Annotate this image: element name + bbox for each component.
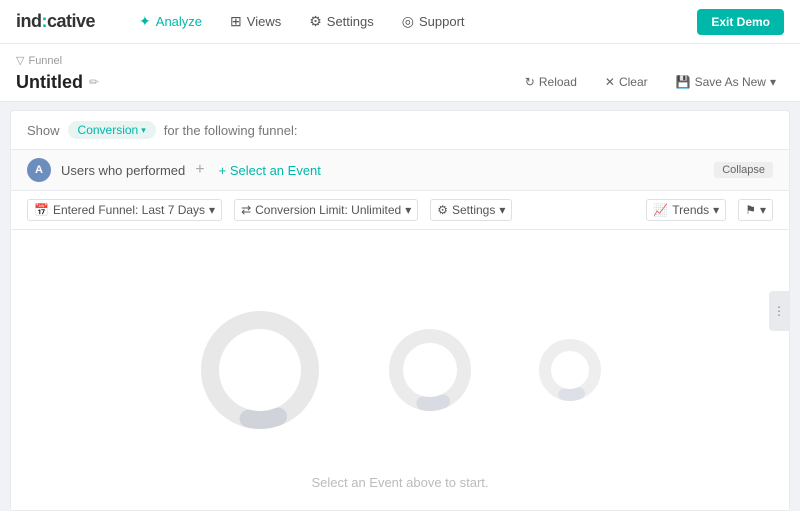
avatar: A [27, 158, 51, 182]
save-chevron-icon: ▾ [770, 75, 776, 89]
clear-icon: ✕ [605, 75, 615, 89]
breadcrumb: ▽ Funnel [16, 50, 784, 67]
trends-chevron-icon: ▾ [713, 203, 719, 217]
calendar-icon: 📅 [34, 203, 49, 217]
settings-dropdown[interactable]: ⚙ Settings ▾ [430, 199, 512, 221]
donut-large [195, 305, 325, 435]
users-row: A Users who performed + + Select an Even… [11, 150, 789, 191]
save-as-new-button[interactable]: 💾 Save As New ▾ [668, 71, 784, 93]
select-event-link[interactable]: + Select an Event [219, 163, 321, 178]
settings-chevron-icon: ▾ [499, 203, 505, 217]
nav-links: ✦ Analyze ⊞ Views ⚙ Settings ◎ Support [127, 7, 697, 36]
nav-label-views: Views [247, 14, 281, 29]
flag-button[interactable]: ⚑ ▾ [738, 199, 773, 221]
nav-item-settings[interactable]: ⚙ Settings [297, 7, 386, 36]
conversion-chevron-icon: ▾ [141, 125, 146, 136]
donut-container [195, 305, 605, 435]
nav-item-analyze[interactable]: ✦ Analyze [127, 7, 214, 36]
users-text: Users who performed [61, 163, 185, 178]
logo: ind:cative [16, 11, 95, 32]
views-icon: ⊞ [230, 13, 242, 30]
avatar-letter: A [35, 164, 43, 176]
reload-icon: ↻ [525, 75, 535, 89]
clear-label: Clear [619, 75, 648, 89]
settings-gear-icon: ⚙ [437, 203, 448, 217]
edit-icon[interactable]: ✏ [89, 75, 99, 89]
side-panel-toggle[interactable]: ⋮ [769, 291, 789, 331]
save-label: Save As New [695, 75, 766, 89]
donut-medium [385, 325, 475, 415]
nav-right: Exit Demo [697, 9, 784, 35]
exit-demo-button[interactable]: Exit Demo [697, 9, 784, 35]
flag-icon: ⚑ [745, 203, 756, 217]
breadcrumb-label: Funnel [28, 55, 62, 67]
navbar: ind:cative ✦ Analyze ⊞ Views ⚙ Settings … [0, 0, 800, 44]
nav-label-analyze: Analyze [156, 14, 202, 29]
trends-button[interactable]: 📈 Trends ▾ [646, 199, 726, 221]
nav-label-support: Support [419, 14, 465, 29]
entered-funnel-label: Entered Funnel: Last 7 Days [53, 203, 205, 217]
select-event-label: + Select an Event [219, 163, 321, 178]
settings-icon: ⚙ [309, 13, 322, 30]
clear-button[interactable]: ✕ Clear [597, 71, 656, 93]
entered-funnel-chevron-icon: ▾ [209, 203, 215, 217]
conversion-limit-icon: ⇄ [241, 203, 251, 217]
empty-message: Select an Event above to start. [11, 475, 789, 490]
page-title-area: Untitled ✏ [16, 72, 99, 93]
flag-chevron-icon: ▾ [760, 203, 766, 217]
controls-row: 📅 Entered Funnel: Last 7 Days ▾ ⇄ Conver… [11, 191, 789, 230]
analyze-icon: ✦ [139, 13, 151, 30]
support-icon: ◎ [402, 13, 414, 30]
nav-label-settings: Settings [327, 14, 374, 29]
page-header: Untitled ✏ ↻ Reload ✕ Clear 💾 Save As Ne… [16, 67, 784, 101]
donut-medium-svg [385, 325, 475, 415]
header-actions: ↻ Reload ✕ Clear 💾 Save As New ▾ [517, 71, 784, 93]
main-panel: Show Conversion ▾ for the following funn… [10, 110, 790, 511]
plus-icon: + [195, 161, 204, 179]
reload-button[interactable]: ↻ Reload [517, 71, 585, 93]
show-bar: Show Conversion ▾ for the following funn… [11, 111, 789, 150]
reload-label: Reload [539, 75, 577, 89]
entered-funnel-dropdown[interactable]: 📅 Entered Funnel: Last 7 Days ▾ [27, 199, 222, 221]
save-icon: 💾 [676, 75, 691, 89]
settings-label: Settings [452, 203, 495, 217]
conversion-limit-dropdown[interactable]: ⇄ Conversion Limit: Unlimited ▾ [234, 199, 418, 221]
conversion-limit-label: Conversion Limit: Unlimited [255, 203, 401, 217]
logo-accent: : [42, 11, 48, 31]
conversion-dropdown[interactable]: Conversion ▾ [68, 121, 156, 139]
trends-label: Trends [672, 203, 709, 217]
collapse-button[interactable]: Collapse [714, 162, 773, 178]
nav-item-support[interactable]: ◎ Support [390, 7, 477, 36]
conversion-limit-chevron-icon: ▾ [405, 203, 411, 217]
donut-small [535, 335, 605, 405]
page-title: Untitled [16, 72, 83, 93]
following-label: for the following funnel: [164, 123, 298, 138]
show-label: Show [27, 123, 60, 138]
donut-small-svg [535, 335, 605, 405]
trends-chart-icon: 📈 [653, 203, 668, 217]
nav-item-views[interactable]: ⊞ Views [218, 7, 293, 36]
header-section: ▽ Funnel Untitled ✏ ↻ Reload ✕ Clear 💾 S… [0, 44, 800, 102]
funnel-icon: ▽ [16, 54, 24, 67]
chart-area: Select an Event above to start. [11, 230, 789, 510]
donut-large-svg [195, 305, 325, 435]
conversion-label: Conversion [78, 123, 139, 137]
